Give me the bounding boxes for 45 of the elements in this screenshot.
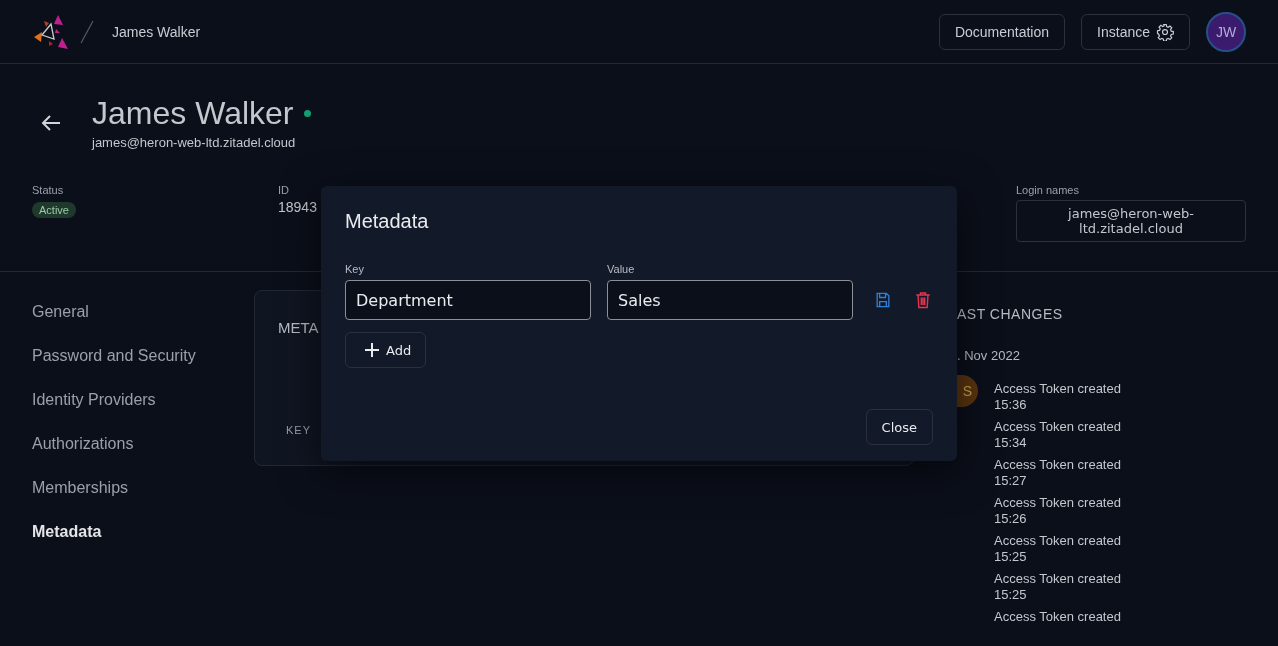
instance-button[interactable]: Instance xyxy=(1081,13,1190,50)
sidebar-item[interactable]: Metadata xyxy=(32,510,254,554)
event-title: Access Token created xyxy=(994,495,1121,511)
sidebar-item[interactable]: Password and Security xyxy=(32,334,254,378)
sidebar-item[interactable]: Authorizations xyxy=(32,422,254,466)
key-input[interactable]: Department xyxy=(345,280,591,320)
value-label: Value xyxy=(607,263,636,275)
documentation-button[interactable]: Documentation xyxy=(938,13,1066,50)
event-time: 15:27 xyxy=(994,473,1028,489)
status-badge: Active xyxy=(32,202,76,219)
event-time: 15:36 xyxy=(994,397,1028,413)
login-names-label: Login names xyxy=(1016,184,1080,197)
event-time: 15:34 xyxy=(994,435,1028,451)
card-title: META xyxy=(278,319,320,336)
id-value: 18943 xyxy=(278,199,318,216)
sidebar-item[interactable]: General xyxy=(32,290,254,334)
status-label: Status xyxy=(32,184,65,197)
sidebar-item[interactable]: Memberships xyxy=(32,466,254,510)
plus-icon xyxy=(364,342,380,358)
event-title: Access Token created xyxy=(994,457,1121,473)
settings-icon xyxy=(1156,22,1174,41)
user-email: james@heron-web-ltd.zitadel.cloud xyxy=(92,135,297,151)
close-button[interactable]: Close xyxy=(865,409,933,445)
id-label: ID xyxy=(278,184,290,197)
sidebar-item[interactable]: Identity Providers xyxy=(32,378,254,422)
event-title: Access Token created xyxy=(994,419,1121,435)
event-title: Access Token created xyxy=(994,381,1121,397)
dialog-title: Metadata xyxy=(345,210,430,233)
login-name-field: james@heron-web-ltd.zitadel.cloud xyxy=(1016,200,1246,243)
key-label: Key xyxy=(345,263,365,275)
event-title: Access Token created xyxy=(994,533,1121,549)
breadcrumb-separator xyxy=(80,19,94,44)
event-time: 15:25 xyxy=(994,587,1028,603)
date-heading: . Nov 2022 xyxy=(957,348,1021,363)
user-name: James Walker xyxy=(92,96,294,132)
event-title: Access Token created xyxy=(994,609,1121,625)
breadcrumb-user-name[interactable]: James Walker xyxy=(112,23,201,40)
event-time: 15:26 xyxy=(994,511,1028,527)
event-title: Access Token created xyxy=(994,571,1121,587)
user-avatar: S xyxy=(957,375,978,407)
value-input[interactable]: Sales xyxy=(607,280,853,320)
section-title: AST CHANGES xyxy=(957,306,1064,322)
event-time: 15:25 xyxy=(994,549,1028,565)
add-button[interactable]: Add xyxy=(345,332,427,368)
user-avatar[interactable]: JW xyxy=(1206,11,1246,52)
